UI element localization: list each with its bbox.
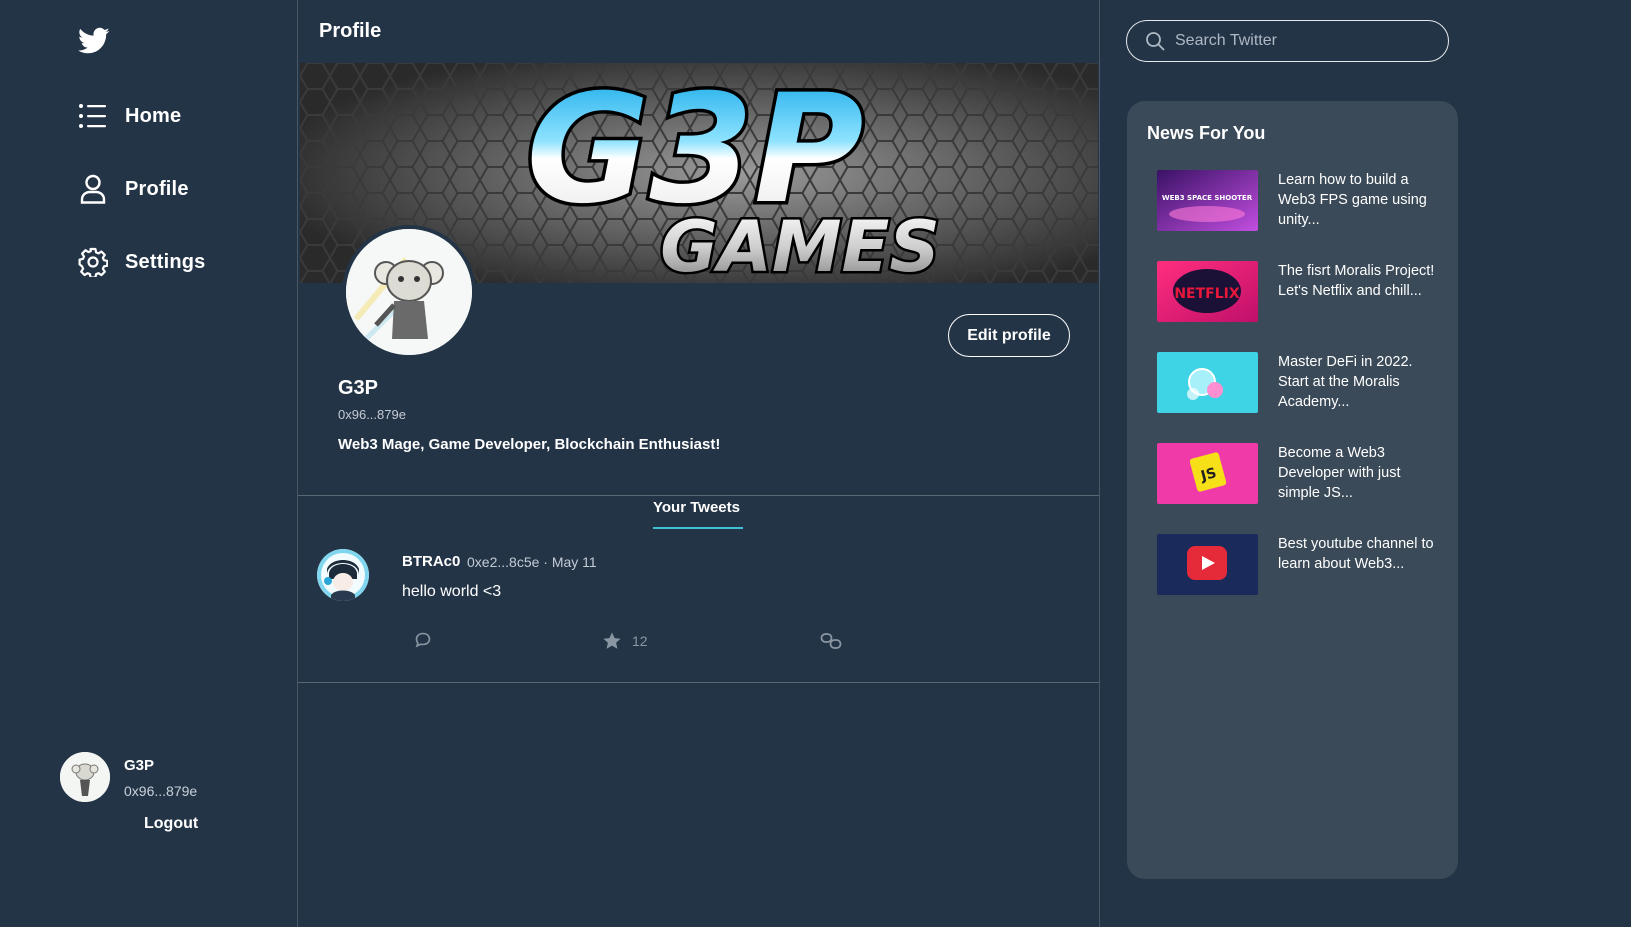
tweet-text: hello world <3 (402, 583, 502, 600)
profile-address: 0x96...879e (338, 407, 406, 422)
news-thumbnail (1157, 534, 1258, 595)
news-thumbnail: JS (1157, 443, 1258, 504)
news-text: Master DeFi in 2022. Start at the Morali… (1278, 354, 1413, 410)
account-switcher: G3P 0x96...879e Logout (60, 752, 280, 852)
news-text: The fisrt Moralis Project! Let's Netflix… (1278, 263, 1435, 299)
account-address: 0x96...879e (124, 783, 198, 799)
nav-settings[interactable]: Settings (78, 247, 206, 277)
profile-name: G3P (338, 377, 379, 399)
profile-bio: Web3 Mage, Game Developer, Blockchain En… (338, 436, 721, 453)
star-icon (603, 632, 621, 649)
twitter-bird-icon[interactable] (78, 27, 110, 55)
news-thumbnail: WEB3 SPACE SHOOTER (1157, 170, 1258, 231)
news-thumbnail (1157, 352, 1258, 413)
gear-icon (78, 247, 108, 277)
list-icon (78, 101, 108, 131)
tweet-meta: 0xe2...8c5e · May 11 (467, 554, 597, 570)
banner-logo-text-bottom: GAMES (660, 206, 940, 283)
news-item[interactable]: JS Become a Web3 Developer with just sim… (1157, 443, 1447, 513)
share-button[interactable] (820, 631, 842, 651)
left-sidebar: Home Profile Settings G3P 0x96...879e Lo… (0, 0, 298, 927)
search-input[interactable] (1175, 32, 1435, 50)
nav-profile[interactable]: Profile (78, 174, 189, 204)
reply-button[interactable] (414, 631, 432, 649)
search-box[interactable] (1126, 20, 1449, 62)
nav-settings-label: Settings (125, 250, 206, 273)
page-title: Profile (319, 20, 382, 42)
tweet: BTRAc0 0xe2...8c5e · May 11 hello world … (298, 540, 1098, 680)
news-text: Become a Web3 Developer with just simple… (1278, 445, 1401, 501)
divider (298, 495, 1099, 496)
nav-profile-label: Profile (125, 177, 189, 200)
news-text: Learn how to build a Web3 FPS game using… (1278, 172, 1427, 228)
tweet-username[interactable]: BTRAc0 (402, 553, 460, 570)
search-icon (1146, 32, 1165, 51)
main-column: Profile G3P GAMES Edit profile G3P 0x96.… (298, 0, 1100, 927)
edit-profile-button[interactable]: Edit profile (948, 314, 1070, 357)
news-thumb-label: NETFLIX (1174, 286, 1240, 302)
account-avatar[interactable] (60, 752, 110, 802)
user-icon (78, 174, 108, 204)
divider (298, 682, 1099, 683)
comment-icon (415, 632, 431, 648)
news-panel: News For You WEB3 SPACE SHOOTER Learn ho… (1127, 101, 1458, 879)
news-thumbnail: NETFLIX (1157, 261, 1258, 322)
tweet-avatar[interactable] (317, 549, 369, 601)
tab-your-tweets[interactable]: Your Tweets (653, 499, 740, 516)
nav-home-label: Home (125, 104, 182, 127)
profile-avatar[interactable] (342, 225, 476, 359)
news-item[interactable]: Best youtube channel to learn about Web3… (1157, 534, 1447, 604)
news-text: Best youtube channel to learn about Web3… (1278, 536, 1434, 572)
news-title: News For You (1147, 123, 1266, 143)
news-item[interactable]: NETFLIX The fisrt Moralis Project! Let's… (1157, 261, 1447, 331)
news-item[interactable]: WEB3 SPACE SHOOTER Learn how to build a … (1157, 170, 1447, 240)
link-icon (820, 633, 842, 649)
news-thumb-label: WEB3 SPACE SHOOTER (1162, 194, 1253, 202)
account-name: G3P (124, 757, 155, 774)
nav-home[interactable]: Home (78, 101, 181, 131)
like-count: 12 (632, 633, 648, 649)
like-button[interactable]: 12 (602, 631, 648, 651)
news-item[interactable]: Master DeFi in 2022. Start at the Morali… (1157, 352, 1447, 422)
tab-active-indicator (653, 527, 743, 529)
logout-button[interactable]: Logout (144, 815, 198, 833)
